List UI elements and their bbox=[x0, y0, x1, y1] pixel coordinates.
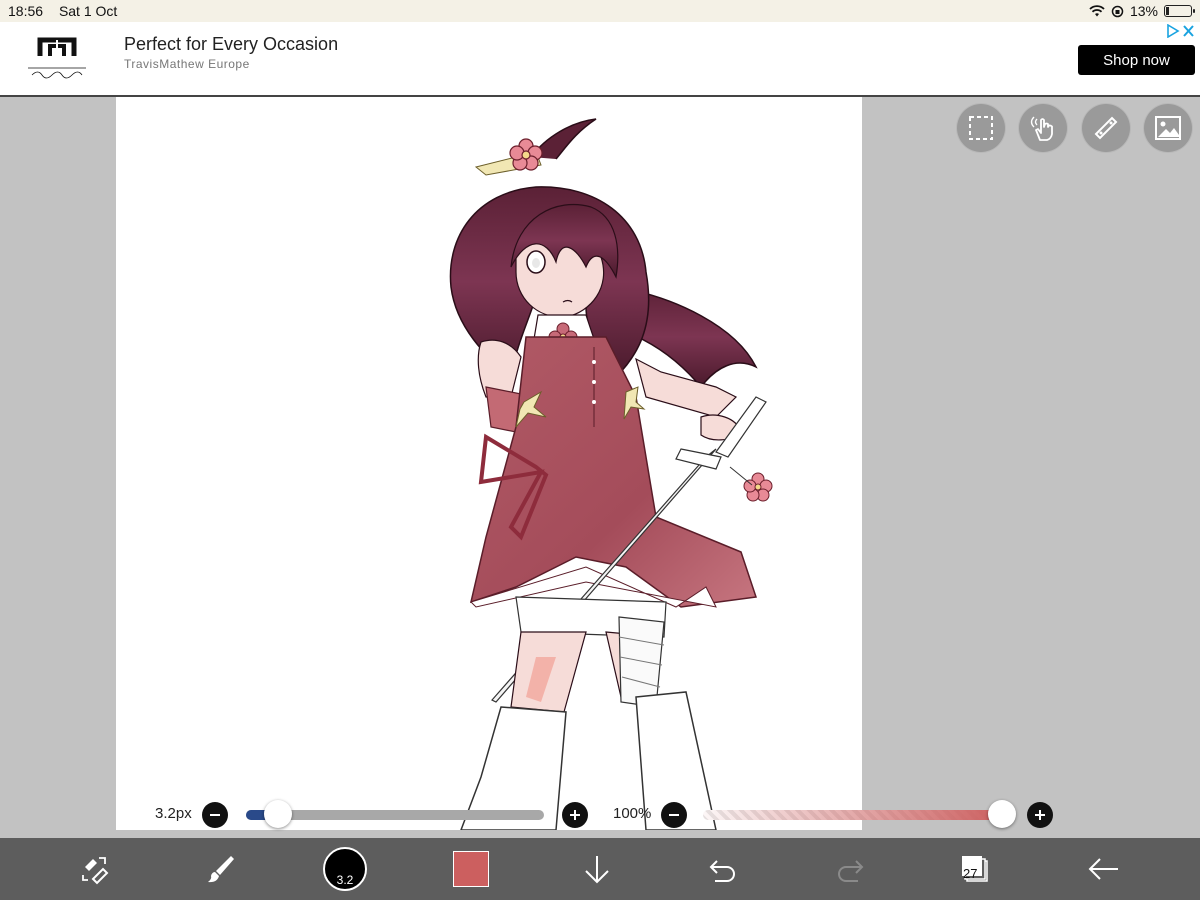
plus-icon bbox=[570, 810, 580, 820]
dashed-square-icon bbox=[969, 116, 993, 140]
brush-size-button[interactable]: 3.2 bbox=[320, 844, 370, 894]
minus-icon bbox=[210, 814, 220, 816]
status-bar: 18:56 Sat 1 Oct 13% bbox=[0, 0, 1200, 22]
adchoices-icon[interactable] bbox=[1166, 23, 1196, 41]
transform-eraser-icon bbox=[82, 857, 109, 885]
brand-logo[interactable] bbox=[22, 28, 92, 84]
layers-count: 27 bbox=[963, 866, 978, 881]
brush-tool-button[interactable] bbox=[195, 846, 245, 892]
current-color-swatch bbox=[453, 851, 489, 887]
wifi-icon bbox=[1089, 5, 1105, 17]
artwork-illustration bbox=[449, 118, 773, 830]
opacity-decrease-button[interactable] bbox=[661, 802, 687, 828]
undo-button[interactable] bbox=[698, 846, 748, 892]
opacity-thumb[interactable] bbox=[988, 800, 1016, 828]
brush-icon bbox=[208, 856, 234, 883]
battery-icon bbox=[1164, 5, 1195, 17]
orientation-lock-icon bbox=[1111, 5, 1124, 17]
plus-icon bbox=[1035, 810, 1045, 820]
status-time: 18:56 bbox=[8, 3, 44, 19]
shop-now-button[interactable]: Shop now bbox=[1078, 45, 1195, 75]
download-button[interactable] bbox=[572, 846, 622, 892]
transform-tool-button[interactable] bbox=[70, 846, 120, 892]
color-picker-button[interactable] bbox=[446, 846, 496, 892]
brush-size-thumb[interactable] bbox=[263, 800, 292, 828]
ruler-tool-button[interactable] bbox=[1082, 104, 1130, 152]
hand-pointer-icon bbox=[1030, 116, 1053, 141]
minus-icon bbox=[669, 814, 679, 816]
ad-banner[interactable]: Perfect for Every Occasion TravisMathew … bbox=[0, 22, 1200, 97]
battery-percent: 13% bbox=[1129, 3, 1158, 19]
opacity-increase-button[interactable] bbox=[1027, 802, 1053, 828]
ruler-icon bbox=[1094, 116, 1118, 140]
drawing-canvas[interactable] bbox=[116, 97, 862, 830]
brush-size-circle: 3.2 bbox=[323, 847, 367, 891]
redo-button[interactable] bbox=[825, 846, 875, 892]
undo-icon bbox=[709, 860, 735, 882]
image-icon bbox=[1155, 116, 1181, 140]
status-date: Sat 1 Oct bbox=[58, 3, 118, 19]
image-tool-button[interactable] bbox=[1144, 104, 1192, 152]
back-button[interactable] bbox=[1078, 846, 1128, 892]
opacity-label: 100% bbox=[613, 805, 652, 822]
slider-row: 3.2px 100% bbox=[0, 796, 1200, 836]
brush-size-value: 3.2 bbox=[336, 873, 354, 887]
brush-size-increase-button[interactable] bbox=[562, 802, 588, 828]
ad-headline[interactable]: Perfect for Every Occasion bbox=[124, 34, 338, 55]
selection-tool-button[interactable] bbox=[957, 104, 1005, 152]
redo-icon bbox=[838, 860, 864, 882]
brush-size-decrease-button[interactable] bbox=[202, 802, 228, 828]
ad-advertiser[interactable]: TravisMathew Europe bbox=[124, 57, 250, 71]
layers-button[interactable]: 27 bbox=[950, 846, 1000, 892]
hand-tool-button[interactable] bbox=[1019, 104, 1067, 152]
bottom-toolbar: 3.2 27 bbox=[0, 838, 1200, 900]
arrow-left-icon bbox=[1088, 858, 1118, 880]
opacity-slider[interactable] bbox=[703, 810, 1003, 820]
brush-size-label: 3.2px bbox=[155, 805, 192, 822]
arrow-down-icon bbox=[585, 856, 609, 884]
